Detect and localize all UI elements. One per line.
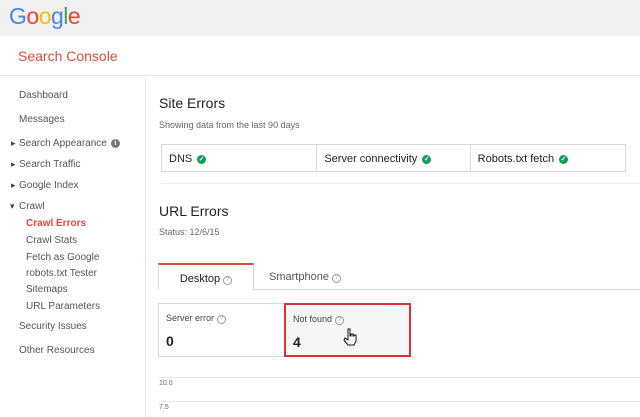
sidebar-item-robots-tester[interactable]: robots.txt Tester	[26, 268, 97, 279]
sidebar-item-crawl-errors[interactable]: Crawl Errors	[26, 218, 86, 229]
help-icon[interactable]: ?	[335, 316, 345, 325]
sidebar-item-search-traffic[interactable]: Search Traffic	[11, 159, 80, 170]
help-icon[interactable]: ?	[217, 315, 227, 324]
google-top-bar: Google	[0, 0, 640, 36]
sidebar-nav: Dashboard Messages Search Appearancei Se…	[0, 77, 146, 417]
section-divider	[161, 183, 640, 184]
server-error-metric[interactable]: Server error? 0	[158, 303, 284, 357]
check-icon: ✓	[197, 155, 207, 164]
site-errors-table: DNS ✓ Server connectivity ✓ Robots.txt fet…	[161, 144, 626, 172]
url-errors-status: Status: 12/6/15	[159, 227, 220, 237]
logo-letter: e	[67, 3, 81, 29]
sidebar-item-messages[interactable]: Messages	[19, 114, 65, 125]
google-logo[interactable]: Google	[9, 3, 81, 30]
tab-desktop[interactable]: Desktop?	[158, 263, 254, 290]
dns-status-cell[interactable]: DNS ✓	[162, 145, 318, 171]
logo-letter: G	[9, 3, 27, 29]
logo-letter: o	[38, 3, 52, 29]
robots-fetch-label: Robots.txt fetch	[477, 153, 555, 165]
sidebar-item-label: Search Appearance	[19, 138, 107, 149]
chart-gridline	[158, 377, 640, 378]
logo-letter: g	[50, 3, 64, 29]
check-icon: ✓	[559, 155, 569, 164]
sidebar-item-crawl-stats[interactable]: Crawl Stats	[26, 235, 77, 246]
sidebar-item-security-issues[interactable]: Security Issues	[19, 321, 87, 332]
sidebar-item-sitemaps[interactable]: Sitemaps	[26, 284, 68, 295]
product-bar: Search Console	[0, 36, 640, 76]
sidebar-item-crawl[interactable]: Crawl	[10, 201, 44, 212]
metric-label-text: Server error	[166, 313, 215, 323]
sidebar-item-url-parameters[interactable]: URL Parameters	[26, 301, 100, 312]
metric-label-text: Not found	[293, 314, 333, 324]
tab-label: Smartphone	[269, 271, 329, 283]
device-tabs: Desktop? Smartphone?	[158, 263, 640, 290]
sidebar-item-fetch-as-google[interactable]: Fetch as Google	[26, 252, 99, 263]
product-title[interactable]: Search Console	[18, 48, 118, 64]
tab-smartphone[interactable]: Smartphone?	[254, 263, 356, 290]
main-content: Site Errors Showing data from the last 9…	[147, 77, 640, 417]
chart-tick-label: 7.5	[159, 404, 169, 411]
sidebar-item-search-appearance[interactable]: Search Appearancei	[11, 138, 120, 149]
server-connectivity-label: Server connectivity	[324, 153, 418, 165]
check-icon: ✓	[422, 155, 432, 164]
help-icon[interactable]: ?	[223, 276, 233, 285]
dns-label: DNS	[169, 153, 193, 165]
info-icon[interactable]: i	[110, 139, 120, 148]
sidebar-item-dashboard[interactable]: Dashboard	[19, 90, 68, 101]
hand-cursor-icon	[343, 328, 357, 346]
server-connectivity-cell[interactable]: Server connectivity ✓	[317, 145, 471, 171]
logo-letter: o	[26, 3, 39, 29]
chart-tick-label: 10.0	[159, 380, 173, 387]
metric-value: 0	[166, 333, 174, 349]
chart-gridline	[158, 401, 640, 402]
sidebar-item-google-index[interactable]: Google Index	[11, 180, 78, 191]
tab-label: Desktop	[179, 273, 221, 285]
help-icon[interactable]: ?	[331, 274, 341, 283]
site-errors-title: Site Errors	[159, 95, 226, 111]
sidebar-item-other-resources[interactable]: Other Resources	[19, 345, 95, 356]
metric-label: Server error?	[166, 313, 284, 324]
metric-label: Not found?	[293, 314, 409, 325]
url-errors-title: URL Errors	[159, 203, 229, 219]
site-errors-subtitle: Showing data from the last 90 days	[159, 120, 300, 130]
robots-fetch-cell[interactable]: Robots.txt fetch ✓	[471, 145, 625, 171]
